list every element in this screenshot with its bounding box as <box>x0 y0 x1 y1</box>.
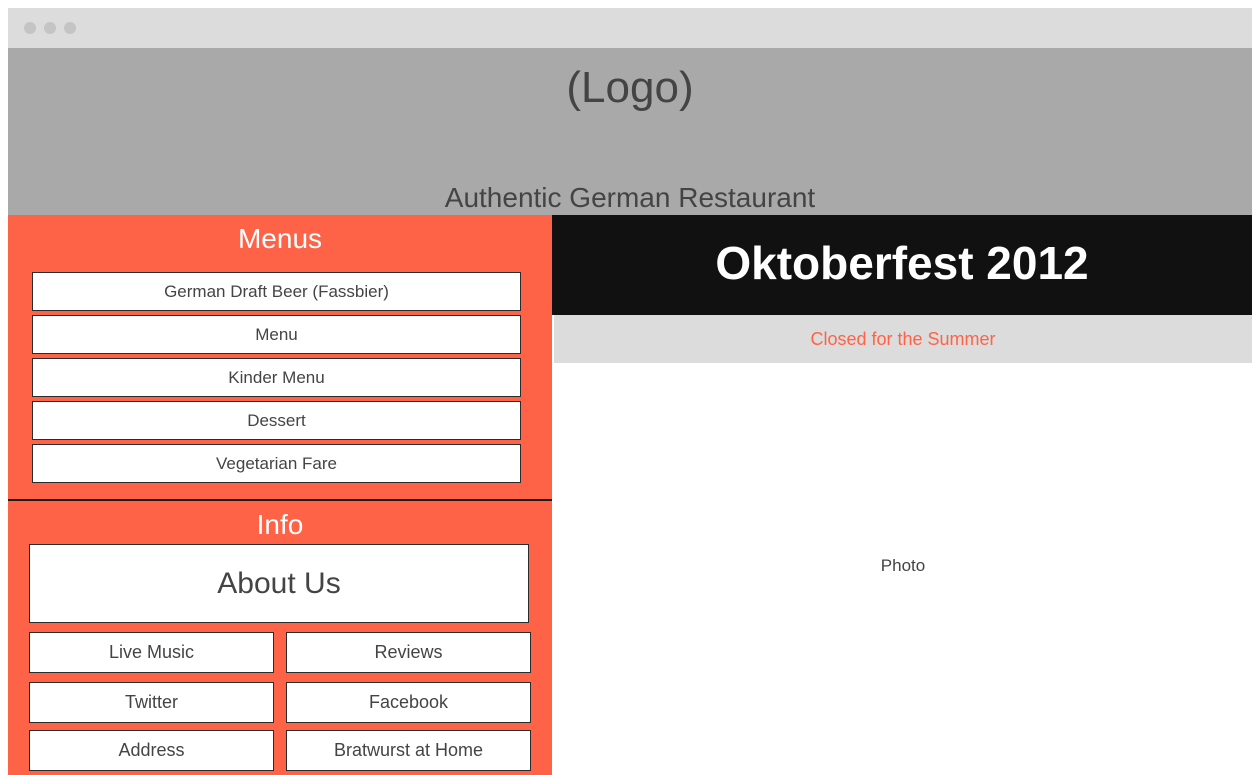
address-button[interactable]: Address <box>29 730 274 771</box>
sidebar-divider <box>8 499 552 501</box>
info-heading: Info <box>256 509 304 540</box>
window-close-dot[interactable] <box>24 22 36 34</box>
hero-banner: Oktoberfest 2012 <box>552 215 1252 315</box>
menu-button-vegetarian[interactable]: Vegetarian Fare <box>32 444 521 483</box>
window-maximize-dot[interactable] <box>64 22 76 34</box>
menu-button-dessert[interactable]: Dessert <box>32 401 521 440</box>
menu-button-draft-beer[interactable]: German Draft Beer (Fassbier) <box>32 272 521 311</box>
menu-button-menu[interactable]: Menu <box>32 315 521 354</box>
reviews-button[interactable]: Reviews <box>286 632 531 673</box>
photo-label: Photo <box>880 556 926 575</box>
menus-heading: Menus <box>237 223 323 254</box>
photo-placeholder: Photo <box>554 363 1252 775</box>
live-music-button[interactable]: Live Music <box>29 632 274 673</box>
hero-title: Oktoberfest 2012 <box>715 237 1089 289</box>
window-titlebar <box>8 8 1252 48</box>
menu-button-kinder-menu[interactable]: Kinder Menu <box>32 358 521 397</box>
window-minimize-dot[interactable] <box>44 22 56 34</box>
notice-text: Closed for the Summer <box>810 329 996 349</box>
bratwurst-at-home-button[interactable]: Bratwurst at Home <box>286 730 531 771</box>
site-header: (Logo) Authentic German Restaurant <box>8 48 1252 215</box>
facebook-button[interactable]: Facebook <box>286 682 531 723</box>
browser-window: (Logo) Authentic German Restaurant Menus… <box>8 8 1252 775</box>
site-tagline: Authentic German Restaurant <box>444 182 816 213</box>
notice-bar: Closed for the Summer <box>554 315 1252 363</box>
twitter-button[interactable]: Twitter <box>29 682 274 723</box>
sidebar: Menus German Draft Beer (Fassbier) Menu … <box>8 215 552 775</box>
logo[interactable]: (Logo) <box>8 58 1252 118</box>
about-us-button[interactable]: About Us <box>29 544 529 623</box>
